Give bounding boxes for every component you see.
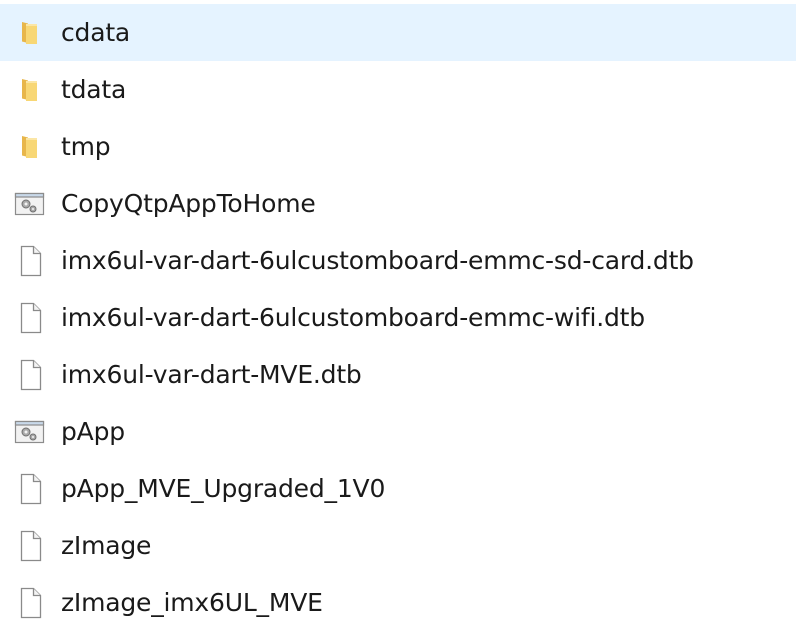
file-name: zImage_imx6UL_MVE (61, 587, 323, 617)
file-row-3[interactable]: CopyQtpAppToHome (0, 175, 796, 232)
file-row-5[interactable]: imx6ul-var-dart-6ulcustomboard-emmc-wifi… (0, 289, 796, 346)
file-name: pApp (61, 416, 125, 446)
file-row-2[interactable]: tmp (0, 118, 796, 175)
file-row-9[interactable]: zImage (0, 517, 796, 574)
file-icon (12, 357, 48, 393)
file-row-6[interactable]: imx6ul-var-dart-MVE.dtb (0, 346, 796, 403)
file-icon (12, 300, 48, 336)
file-row-4[interactable]: imx6ul-var-dart-6ulcustomboard-emmc-sd-c… (0, 232, 796, 289)
file-row-0[interactable]: cdata (0, 4, 796, 61)
file-list: cdata tdata tmp CopyQtpAppToHome imx6ul-… (0, 4, 796, 631)
file-name: pApp_MVE_Upgraded_1V0 (61, 473, 386, 503)
file-row-1[interactable]: tdata (0, 61, 796, 118)
application-icon (12, 186, 48, 222)
file-name: imx6ul-var-dart-6ulcustomboard-emmc-sd-c… (61, 245, 694, 275)
folder-icon (12, 15, 48, 51)
file-name: imx6ul-var-dart-6ulcustomboard-emmc-wifi… (61, 302, 645, 332)
file-name: imx6ul-var-dart-MVE.dtb (61, 359, 362, 389)
file-row-10[interactable]: zImage_imx6UL_MVE (0, 574, 796, 631)
file-name: tmp (61, 131, 111, 161)
file-row-8[interactable]: pApp_MVE_Upgraded_1V0 (0, 460, 796, 517)
file-name: CopyQtpAppToHome (61, 188, 316, 218)
folder-icon (12, 72, 48, 108)
file-name: zImage (61, 530, 152, 560)
file-icon (12, 528, 48, 564)
file-icon (12, 471, 48, 507)
file-icon (12, 585, 48, 621)
file-name: tdata (61, 74, 127, 104)
folder-icon (12, 129, 48, 165)
file-name: cdata (61, 17, 131, 47)
file-row-7[interactable]: pApp (0, 403, 796, 460)
application-icon (12, 414, 48, 450)
file-icon (12, 243, 48, 279)
